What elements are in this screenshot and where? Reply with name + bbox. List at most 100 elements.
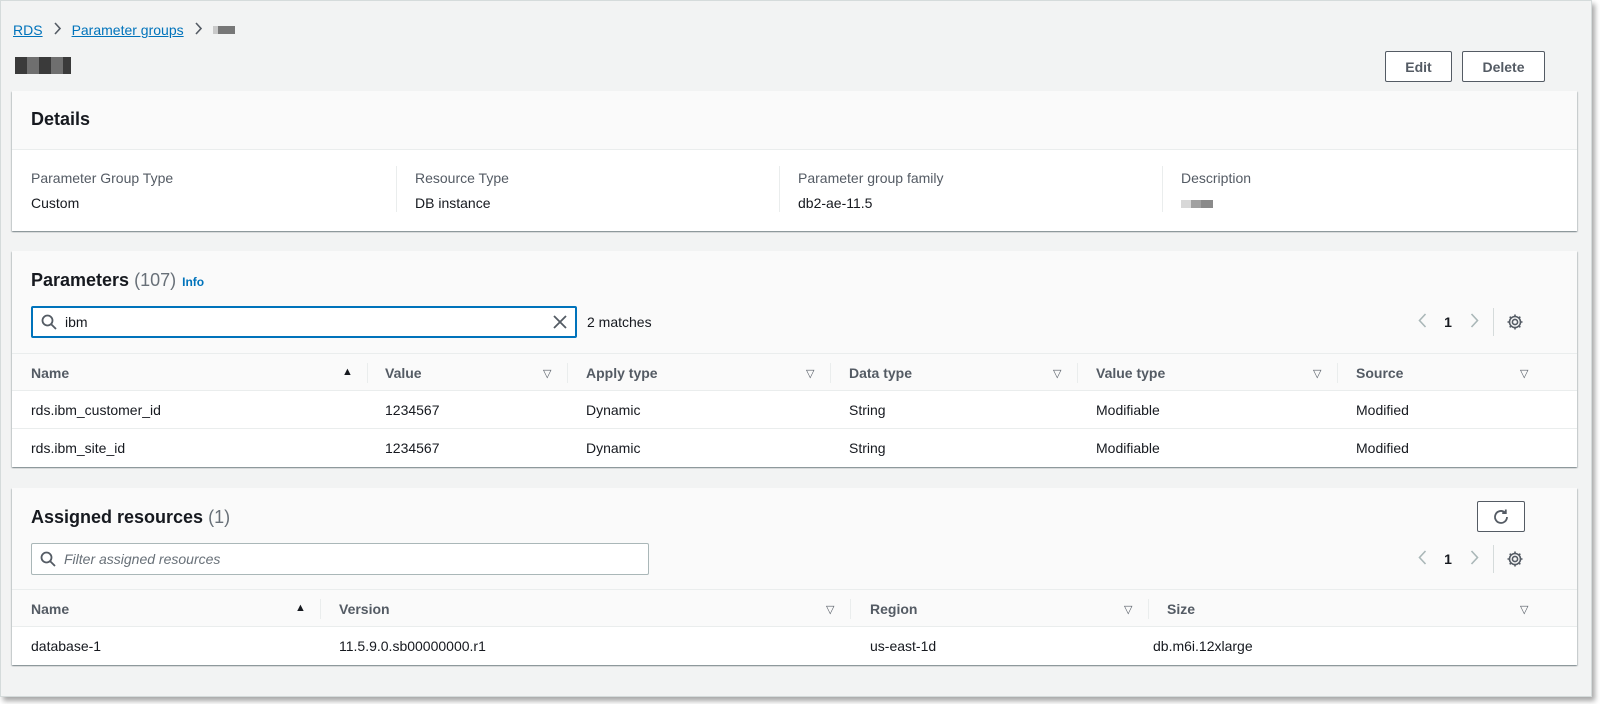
page-frame: RDS Parameter groups Edit Delete Details… — [0, 0, 1592, 697]
sort-ascending-icon[interactable]: ▲ — [342, 366, 353, 378]
cell-name: rds.ibm_site_id — [31, 439, 126, 456]
divider — [396, 166, 397, 212]
sort-descending-icon[interactable]: ▽ — [543, 367, 551, 380]
parameters-title: Parameters (107) Info — [31, 270, 204, 291]
detail-value: db2-ae-11.5 — [798, 195, 873, 211]
parameters-search[interactable] — [31, 306, 577, 338]
detail-label: Description — [1181, 170, 1252, 186]
cell-value-type: Modifiable — [1096, 401, 1160, 418]
parameters-header: Parameters (107) Info 2 matches 1 — [12, 251, 1577, 353]
table-row: database-1 11.5.9.0.sb00000000.r1 us-eas… — [12, 627, 1577, 665]
assigned-resources-search-input[interactable] — [64, 544, 648, 574]
divider — [320, 599, 321, 619]
sort-descending-icon[interactable]: ▽ — [1313, 367, 1321, 380]
divider — [1162, 166, 1163, 212]
detail-value: DB instance — [415, 195, 491, 211]
cell-source: Modified — [1356, 401, 1409, 418]
search-icon — [32, 551, 64, 567]
sort-descending-icon[interactable]: ▽ — [1520, 603, 1528, 616]
info-link[interactable]: Info — [182, 275, 204, 289]
sort-ascending-icon[interactable]: ▲ — [295, 602, 306, 614]
column-header-name[interactable]: Name — [31, 590, 69, 627]
refresh-button[interactable] — [1477, 501, 1525, 532]
parameters-search-input[interactable] — [65, 308, 545, 336]
page-title-redacted — [15, 57, 71, 74]
description-redacted — [1181, 200, 1213, 208]
divider — [1493, 308, 1494, 336]
chevron-right-icon — [53, 22, 62, 38]
assigned-resources-panel: Assigned resources (1) 1 — [12, 488, 1577, 665]
divider — [367, 363, 368, 383]
gear-icon[interactable] — [1502, 309, 1528, 335]
column-header-region[interactable]: Region — [870, 590, 917, 627]
divider — [830, 363, 831, 383]
parameters-pagination: 1 — [1409, 307, 1528, 337]
chevron-right-icon[interactable] — [1461, 312, 1487, 333]
clear-icon[interactable] — [545, 315, 575, 329]
chevron-right-icon — [194, 22, 203, 38]
cell-data-type: String — [849, 401, 886, 418]
cell-value-type: Modifiable — [1096, 439, 1160, 456]
cell-data-type: String — [849, 439, 886, 456]
assigned-resources-table-header: Name ▲ Version ▽ Region ▽ Size ▽ — [12, 589, 1577, 627]
assigned-resources-search[interactable] — [31, 543, 649, 575]
sort-descending-icon[interactable]: ▽ — [1124, 603, 1132, 616]
delete-button[interactable]: Delete — [1462, 51, 1545, 82]
divider — [1493, 545, 1494, 573]
column-header-apply-type[interactable]: Apply type — [586, 354, 658, 391]
divider — [1337, 363, 1338, 383]
divider — [779, 166, 780, 212]
cell-apply-type: Dynamic — [586, 401, 641, 418]
column-header-source[interactable]: Source — [1356, 354, 1403, 391]
sort-descending-icon[interactable]: ▽ — [826, 603, 834, 616]
detail-label: Parameter group family — [798, 170, 944, 186]
breadcrumb-current-redacted — [212, 26, 235, 34]
column-header-value[interactable]: Value — [385, 354, 422, 391]
column-header-data-type[interactable]: Data type — [849, 354, 912, 391]
detail-label: Resource Type — [415, 170, 509, 186]
detail-label: Parameter Group Type — [31, 170, 174, 186]
detail-value: Custom — [31, 195, 80, 211]
breadcrumb-rds-link[interactable]: RDS — [13, 22, 43, 38]
details-panel: Details Parameter Group Type Custom Reso… — [12, 91, 1577, 231]
assigned-resources-header: Assigned resources (1) 1 — [12, 488, 1577, 589]
table-row: rds.ibm_customer_id 1234567 Dynamic Stri… — [12, 391, 1577, 429]
sort-descending-icon[interactable]: ▽ — [806, 367, 814, 380]
cell-apply-type: Dynamic — [586, 439, 641, 456]
column-header-size[interactable]: Size — [1167, 590, 1195, 627]
chevron-right-icon[interactable] — [1461, 549, 1487, 570]
breadcrumb-parameter-groups-link[interactable]: Parameter groups — [72, 22, 184, 38]
column-header-name[interactable]: Name — [31, 354, 69, 391]
gear-icon[interactable] — [1502, 546, 1528, 572]
column-header-version[interactable]: Version — [339, 590, 390, 627]
assigned-resources-pagination: 1 — [1409, 544, 1528, 574]
divider — [1077, 363, 1078, 383]
assigned-resources-title-text: Assigned resources — [31, 507, 204, 527]
refresh-icon — [1492, 508, 1510, 526]
parameters-count: (107) — [134, 270, 177, 290]
parameters-panel: Parameters (107) Info 2 matches 1 — [12, 251, 1577, 467]
chevron-left-icon[interactable] — [1409, 312, 1435, 333]
sort-descending-icon[interactable]: ▽ — [1520, 367, 1528, 380]
assigned-resources-title: Assigned resources (1) — [31, 507, 230, 528]
column-header-value-type[interactable]: Value type — [1096, 354, 1165, 391]
details-title: Details — [31, 109, 91, 129]
matches-count: 2 matches — [587, 314, 652, 330]
detail-description: Description — [1181, 170, 1251, 220]
assigned-resources-count: (1) — [208, 507, 231, 527]
parameters-table-header: Name ▲ Value ▽ Apply type ▽ Data type ▽ … — [12, 353, 1577, 391]
cell-source: Modified — [1356, 439, 1409, 456]
chevron-left-icon[interactable] — [1409, 549, 1435, 570]
cell-name: rds.ibm_customer_id — [31, 401, 161, 418]
detail-parameter-group-family: Parameter group family db2-ae-11.5 — [798, 170, 944, 220]
sort-descending-icon[interactable]: ▽ — [1053, 367, 1061, 380]
cell-version: 11.5.9.0.sb00000000.r1 — [339, 637, 486, 654]
cell-name: database-1 — [31, 637, 102, 654]
edit-button[interactable]: Edit — [1385, 51, 1452, 82]
page-number[interactable]: 1 — [1435, 314, 1461, 330]
page-number[interactable]: 1 — [1435, 551, 1461, 567]
cell-region: us-east-1d — [870, 637, 937, 654]
cell-value: 1234567 — [385, 439, 440, 456]
detail-parameter-group-type: Parameter Group Type Custom — [31, 170, 173, 220]
parameters-title-text: Parameters — [31, 270, 130, 290]
